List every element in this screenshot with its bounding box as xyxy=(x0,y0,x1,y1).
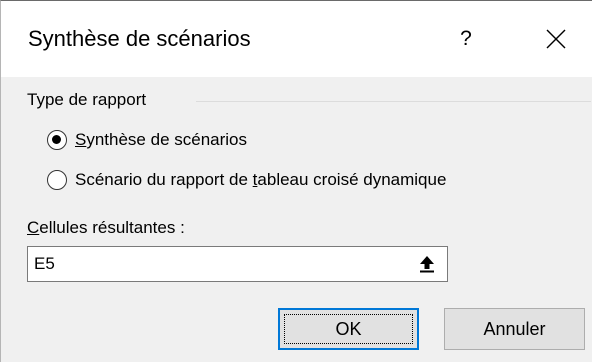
dialog-title: Synthèse de scénarios xyxy=(28,26,251,51)
result-cells-input[interactable]: E5 xyxy=(27,246,448,282)
result-cells-value[interactable]: E5 xyxy=(34,254,55,274)
close-icon xyxy=(546,29,566,49)
collapse-dialog-icon xyxy=(420,256,434,273)
focus-indicator xyxy=(284,314,413,344)
radio-button-checked[interactable] xyxy=(47,130,67,150)
collapse-dialog-button[interactable] xyxy=(413,252,441,276)
report-type-group-label: Type de rapport xyxy=(27,90,153,110)
radio-label-scenario-summary: Synthèse de scénarios xyxy=(75,130,247,149)
close-button[interactable] xyxy=(531,15,581,63)
ok-button[interactable]: OK xyxy=(278,308,419,350)
scenario-summary-dialog: Synthèse de scénarios ? Type de rapport … xyxy=(0,0,592,362)
help-button[interactable]: ? xyxy=(441,15,491,63)
radio-button-unchecked[interactable] xyxy=(47,170,67,190)
title-bar[interactable]: Synthèse de scénarios ? xyxy=(1,1,592,77)
cancel-button[interactable]: Annuler xyxy=(444,308,585,350)
result-cells-label: Cellules résultantes : xyxy=(27,218,185,237)
radio-pivot-table-report[interactable]: Scénario du rapport de tableau croisé dy… xyxy=(47,168,446,192)
radio-scenario-summary[interactable]: Synthèse de scénarios xyxy=(47,128,247,152)
group-divider xyxy=(196,101,591,102)
radio-label-pivot-table-report: Scénario du rapport de tableau croisé dy… xyxy=(75,170,447,189)
